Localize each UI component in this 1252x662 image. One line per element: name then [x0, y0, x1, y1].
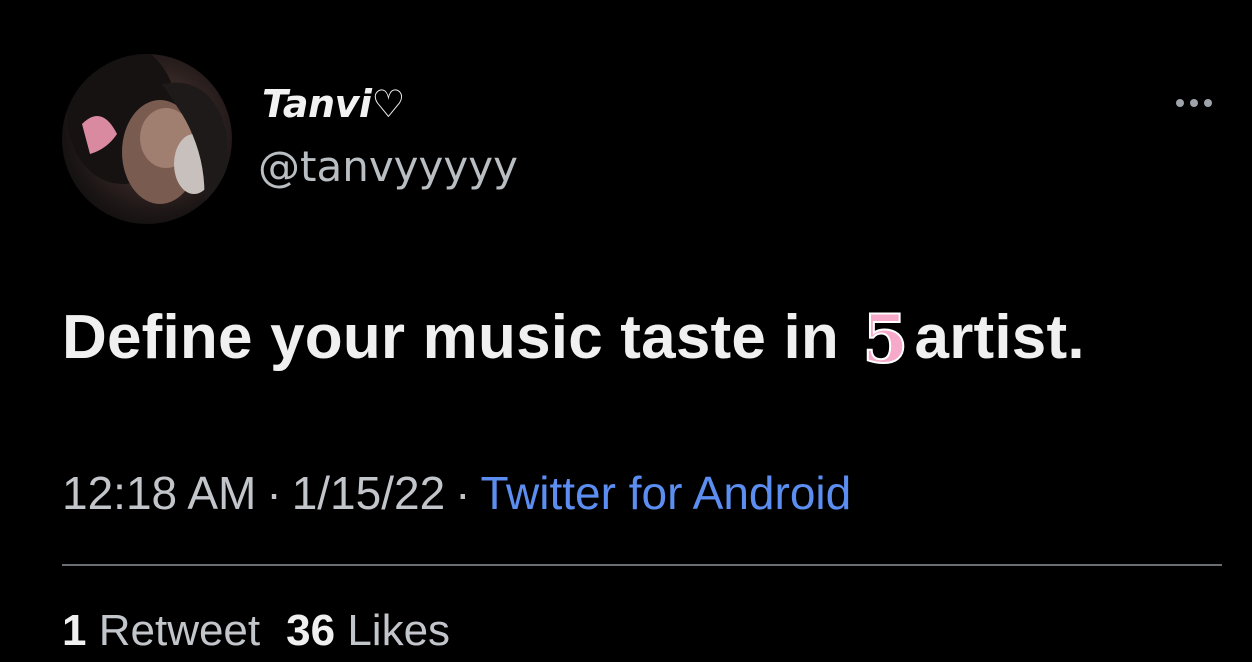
tweet-metadata: 12:18 AM · 1/15/22 · Twitter for Android: [62, 466, 851, 520]
profile-photo-icon: [67, 54, 227, 224]
more-dot: [1204, 99, 1212, 107]
author-avatar[interactable]: [62, 54, 232, 224]
more-dot: [1190, 99, 1198, 107]
likes-label: Likes: [347, 606, 451, 655]
more-dot: [1176, 99, 1184, 107]
retweets-stat[interactable]: 1 Retweet: [62, 606, 260, 655]
meta-separator: ·: [266, 467, 282, 519]
author-display-name[interactable]: Tanvi♡: [262, 82, 405, 126]
retweets-label: Retweet: [98, 606, 261, 655]
more-options-icon[interactable]: [1166, 88, 1222, 118]
tweet-text: Define your music taste in 5artist.: [62, 299, 1085, 379]
tweet-card: Tanvi♡ @tanvyyyyy Define your music tast…: [0, 0, 1252, 662]
divider: [62, 564, 1222, 566]
tweet-stats: 1 Retweet 36 Likes: [62, 606, 476, 656]
meta-separator: ·: [455, 467, 471, 519]
tweet-source-link[interactable]: Twitter for Android: [481, 467, 852, 519]
tweet-date[interactable]: 1/15/22: [292, 467, 445, 519]
tweet-text-start: Define your music taste in: [62, 303, 857, 372]
author-handle[interactable]: @tanvyyyyy: [258, 142, 518, 191]
likes-stat[interactable]: 36 Likes: [286, 606, 450, 655]
likes-count: 36: [286, 606, 336, 655]
tweet-text-number: 5: [861, 299, 909, 379]
retweets-count: 1: [62, 606, 87, 655]
tweet-time[interactable]: 12:18 AM: [62, 467, 256, 519]
tweet-text-end: artist.: [914, 303, 1085, 372]
